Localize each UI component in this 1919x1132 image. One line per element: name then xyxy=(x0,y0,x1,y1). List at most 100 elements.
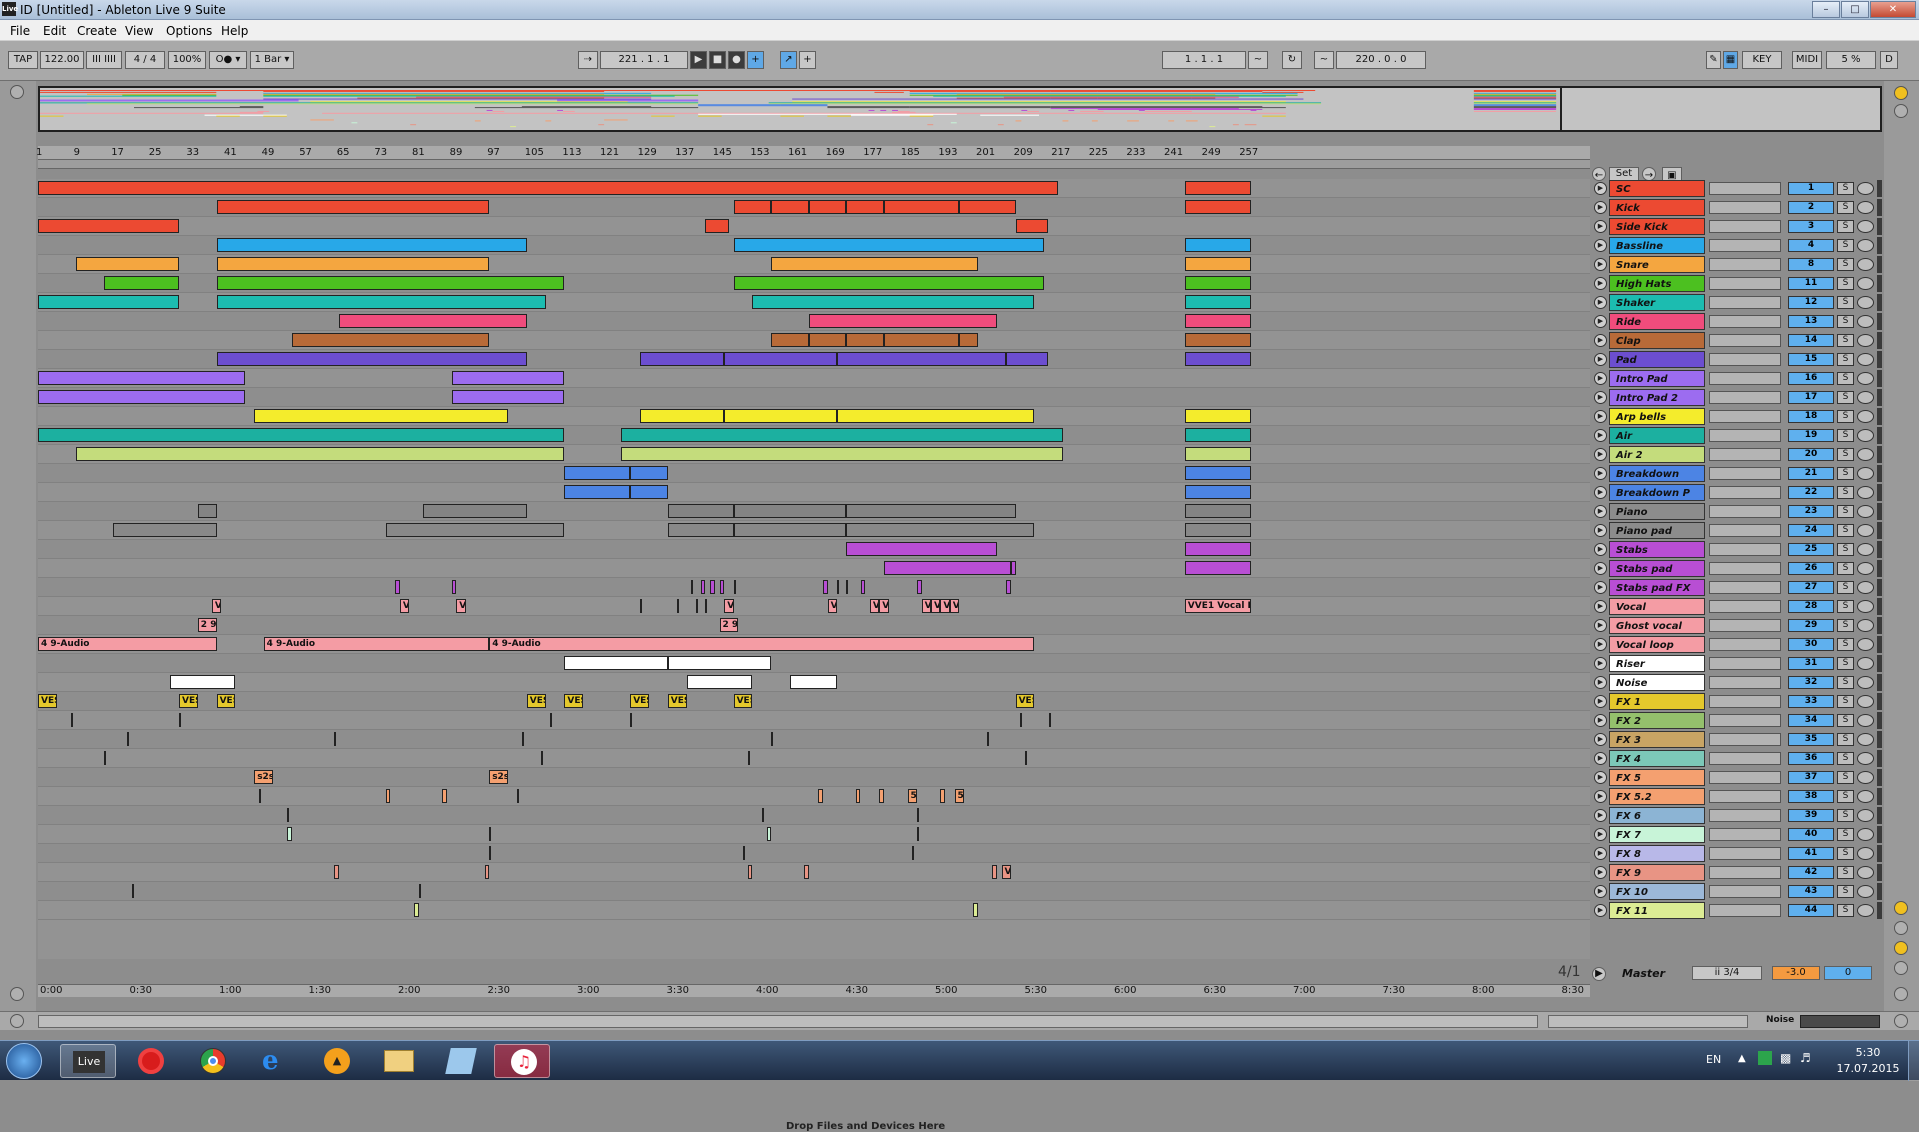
track-activator[interactable]: 36 xyxy=(1788,752,1834,765)
arm-button[interactable] xyxy=(1857,543,1874,556)
clip[interactable] xyxy=(752,295,1035,309)
solo-button[interactable]: S xyxy=(1837,277,1854,290)
track-activator[interactable]: 25 xyxy=(1788,543,1834,556)
track-input-slot[interactable] xyxy=(1709,391,1781,404)
clip[interactable] xyxy=(338,314,527,328)
track-input-slot[interactable] xyxy=(1709,334,1781,347)
track-input-slot[interactable] xyxy=(1709,695,1781,708)
solo-button[interactable]: S xyxy=(1837,733,1854,746)
track-lane[interactable] xyxy=(38,863,1590,882)
clip-marker[interactable] xyxy=(70,713,73,727)
track-header[interactable]: ▶ Stabs pad FX 27 S xyxy=(1592,578,1882,597)
solo-button[interactable]: S xyxy=(1837,258,1854,271)
clip-play-icon[interactable]: ▶ xyxy=(1594,904,1607,917)
track-input-slot[interactable] xyxy=(1709,581,1781,594)
clip-play-icon[interactable]: ▶ xyxy=(1594,543,1607,556)
clip[interactable] xyxy=(630,466,668,480)
track-input-slot[interactable] xyxy=(1709,201,1781,214)
clip[interactable] xyxy=(771,257,978,271)
show-desktop-button[interactable] xyxy=(1908,1041,1919,1081)
track-name[interactable]: FX 3 xyxy=(1609,731,1705,748)
arm-button[interactable] xyxy=(1857,353,1874,366)
clip[interactable] xyxy=(38,181,1058,195)
track-name[interactable]: Ghost vocal xyxy=(1609,617,1705,634)
clip[interactable] xyxy=(818,789,823,803)
clip[interactable]: VES xyxy=(216,694,236,708)
track-header[interactable]: ▶ FX 11 44 S xyxy=(1592,901,1882,920)
clip[interactable] xyxy=(38,371,245,385)
track-activator[interactable]: 12 xyxy=(1788,296,1834,309)
returns-toggle-icon[interactable] xyxy=(1894,941,1908,955)
clip-play-icon[interactable]: ▶ xyxy=(1594,486,1607,499)
track-activator[interactable]: 13 xyxy=(1788,315,1834,328)
clip[interactable] xyxy=(705,219,729,233)
clip[interactable]: V xyxy=(456,599,466,613)
arm-button[interactable] xyxy=(1857,790,1874,803)
arm-button[interactable] xyxy=(1857,391,1874,404)
arm-button[interactable] xyxy=(1857,752,1874,765)
track-activator[interactable]: 1 xyxy=(1788,182,1834,195)
clip-marker[interactable] xyxy=(550,713,553,727)
clip[interactable]: 4 9-Audio xyxy=(489,637,1035,651)
clip[interactable]: VES xyxy=(733,694,753,708)
track-lane[interactable] xyxy=(38,787,1590,806)
track-input-slot[interactable] xyxy=(1709,866,1781,879)
clip[interactable] xyxy=(1184,295,1251,309)
track-lane[interactable] xyxy=(38,217,1590,236)
track-name[interactable]: FX 11 xyxy=(1609,902,1705,919)
clip[interactable] xyxy=(620,428,1063,442)
track-input-slot[interactable] xyxy=(1709,752,1781,765)
clip-marker[interactable] xyxy=(912,846,915,860)
track-header[interactable]: ▶ Vocal 28 S xyxy=(1592,597,1882,616)
clip[interactable]: 2 9-A xyxy=(719,618,739,632)
track-activator[interactable]: 41 xyxy=(1788,847,1834,860)
track-name[interactable]: FX 1 xyxy=(1609,693,1705,710)
clip[interactable] xyxy=(395,580,400,594)
track-activator[interactable]: 37 xyxy=(1788,771,1834,784)
master-play-icon[interactable]: ▶ xyxy=(1592,967,1606,981)
clip-marker[interactable] xyxy=(677,599,680,613)
clip[interactable] xyxy=(38,390,245,404)
track-name[interactable]: Stabs xyxy=(1609,541,1705,558)
browser-toggle-icon[interactable] xyxy=(10,85,24,99)
clip-marker[interactable] xyxy=(334,732,337,746)
clip-play-icon[interactable]: ▶ xyxy=(1594,410,1607,423)
clip[interactable]: V xyxy=(879,599,889,613)
status-play-icon[interactable] xyxy=(10,1014,24,1028)
solo-button[interactable]: S xyxy=(1837,315,1854,328)
overdub-button[interactable]: + xyxy=(747,51,764,69)
clip[interactable] xyxy=(38,295,179,309)
clip[interactable] xyxy=(846,200,884,214)
clip[interactable] xyxy=(216,238,527,252)
clip[interactable]: VES xyxy=(38,694,57,708)
clip[interactable] xyxy=(564,466,631,480)
taskbar-ie[interactable]: e xyxy=(246,1044,302,1078)
track-header[interactable]: ▶ FX 9 42 S xyxy=(1592,863,1882,882)
clip-marker[interactable] xyxy=(747,751,750,765)
track-header[interactable]: ▶ FX 5 37 S xyxy=(1592,768,1882,787)
arm-button[interactable] xyxy=(1857,562,1874,575)
clip[interactable]: 5 xyxy=(907,789,917,803)
clip[interactable] xyxy=(879,789,884,803)
clip[interactable]: V xyxy=(399,599,410,613)
track-lane[interactable] xyxy=(38,711,1590,730)
track-header[interactable]: ▶ Air 2 20 S xyxy=(1592,445,1882,464)
clip[interactable] xyxy=(724,409,837,423)
solo-button[interactable]: S xyxy=(1837,353,1854,366)
arm-button[interactable] xyxy=(1857,885,1874,898)
clip[interactable] xyxy=(1006,580,1011,594)
track-header[interactable]: ▶ Clap 14 S xyxy=(1592,331,1882,350)
track-activator[interactable]: 26 xyxy=(1788,562,1834,575)
clip[interactable] xyxy=(1184,523,1251,537)
track-name[interactable]: Snare xyxy=(1609,256,1705,273)
clip[interactable] xyxy=(846,333,884,347)
track-input-slot[interactable] xyxy=(1709,657,1781,670)
clip[interactable] xyxy=(1010,561,1016,575)
clip-play-icon[interactable]: ▶ xyxy=(1594,353,1607,366)
solo-button[interactable]: S xyxy=(1837,486,1854,499)
clip-play-icon[interactable]: ▶ xyxy=(1594,676,1607,689)
track-header[interactable]: ▶ Piano pad 24 S xyxy=(1592,521,1882,540)
clip-marker[interactable] xyxy=(517,789,520,803)
language-indicator[interactable]: EN xyxy=(1706,1053,1721,1066)
track-header[interactable]: ▶ Shaker 12 S xyxy=(1592,293,1882,312)
